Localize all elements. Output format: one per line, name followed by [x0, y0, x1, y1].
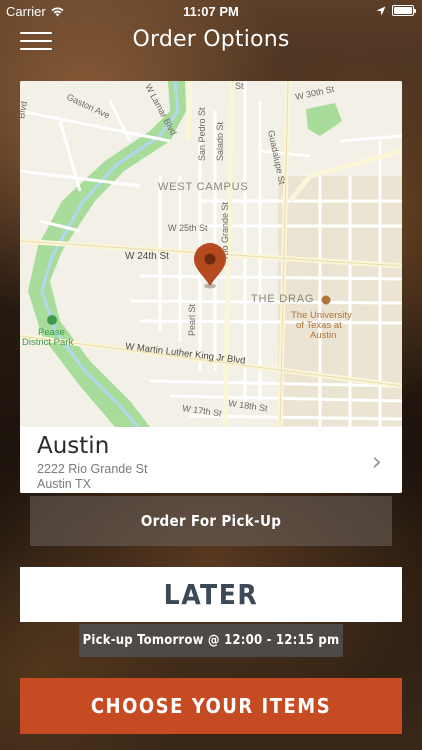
- choose-items-button[interactable]: CHOOSE YOUR ITEMS: [20, 678, 402, 734]
- map-label-w24th: W 24th St: [125, 251, 169, 262]
- map-label-st: St: [235, 81, 244, 91]
- store-map[interactable]: Blvd Gaston Ave W Lamar Blvd San Pedro S…: [20, 81, 402, 427]
- store-address-line1: 2222 Rio Grande St: [37, 462, 148, 476]
- nav-bar: Order Options: [0, 24, 422, 60]
- map-label-pease2: District Park: [22, 337, 73, 348]
- location-card: Blvd Gaston Ave W Lamar Blvd San Pedro S…: [20, 81, 402, 493]
- status-right: [376, 5, 416, 16]
- store-address-line2: Austin TX: [37, 477, 91, 491]
- map-label-salado: Salado St: [215, 121, 225, 161]
- map-label-sanpedro: San Pedro St: [197, 107, 207, 161]
- map-label-pearl: Pearl St: [187, 303, 197, 336]
- store-name: Austin: [37, 433, 110, 459]
- map-label-w25th: W 25th St: [168, 223, 208, 233]
- pickup-time-label: Pick-up Tomorrow @ 12:00 - 12:15 pm: [79, 624, 343, 657]
- map-graphic: Blvd Gaston Ave W Lamar Blvd San Pedro S…: [20, 81, 402, 427]
- clock: 11:07 PM: [183, 4, 239, 19]
- map-label-ut3: Austin: [310, 330, 336, 341]
- map-label-westcampus: WEST CAMPUS: [158, 181, 249, 193]
- map-label-thedrag: THE DRAG: [251, 293, 314, 305]
- location-arrow-icon: [376, 6, 386, 15]
- chevron-right-icon: ›: [371, 447, 382, 477]
- tree-icon: [47, 315, 57, 325]
- order-type-button[interactable]: Order For Pick-Up: [30, 496, 392, 546]
- page-title: Order Options: [132, 27, 290, 52]
- later-button[interactable]: LATER: [20, 567, 402, 622]
- store-info-row[interactable]: Austin 2222 Rio Grande St Austin TX ›: [20, 427, 402, 493]
- battery-icon: [392, 5, 416, 16]
- status-bar: Carrier 11:07 PM: [0, 0, 422, 22]
- university-icon: [321, 295, 331, 305]
